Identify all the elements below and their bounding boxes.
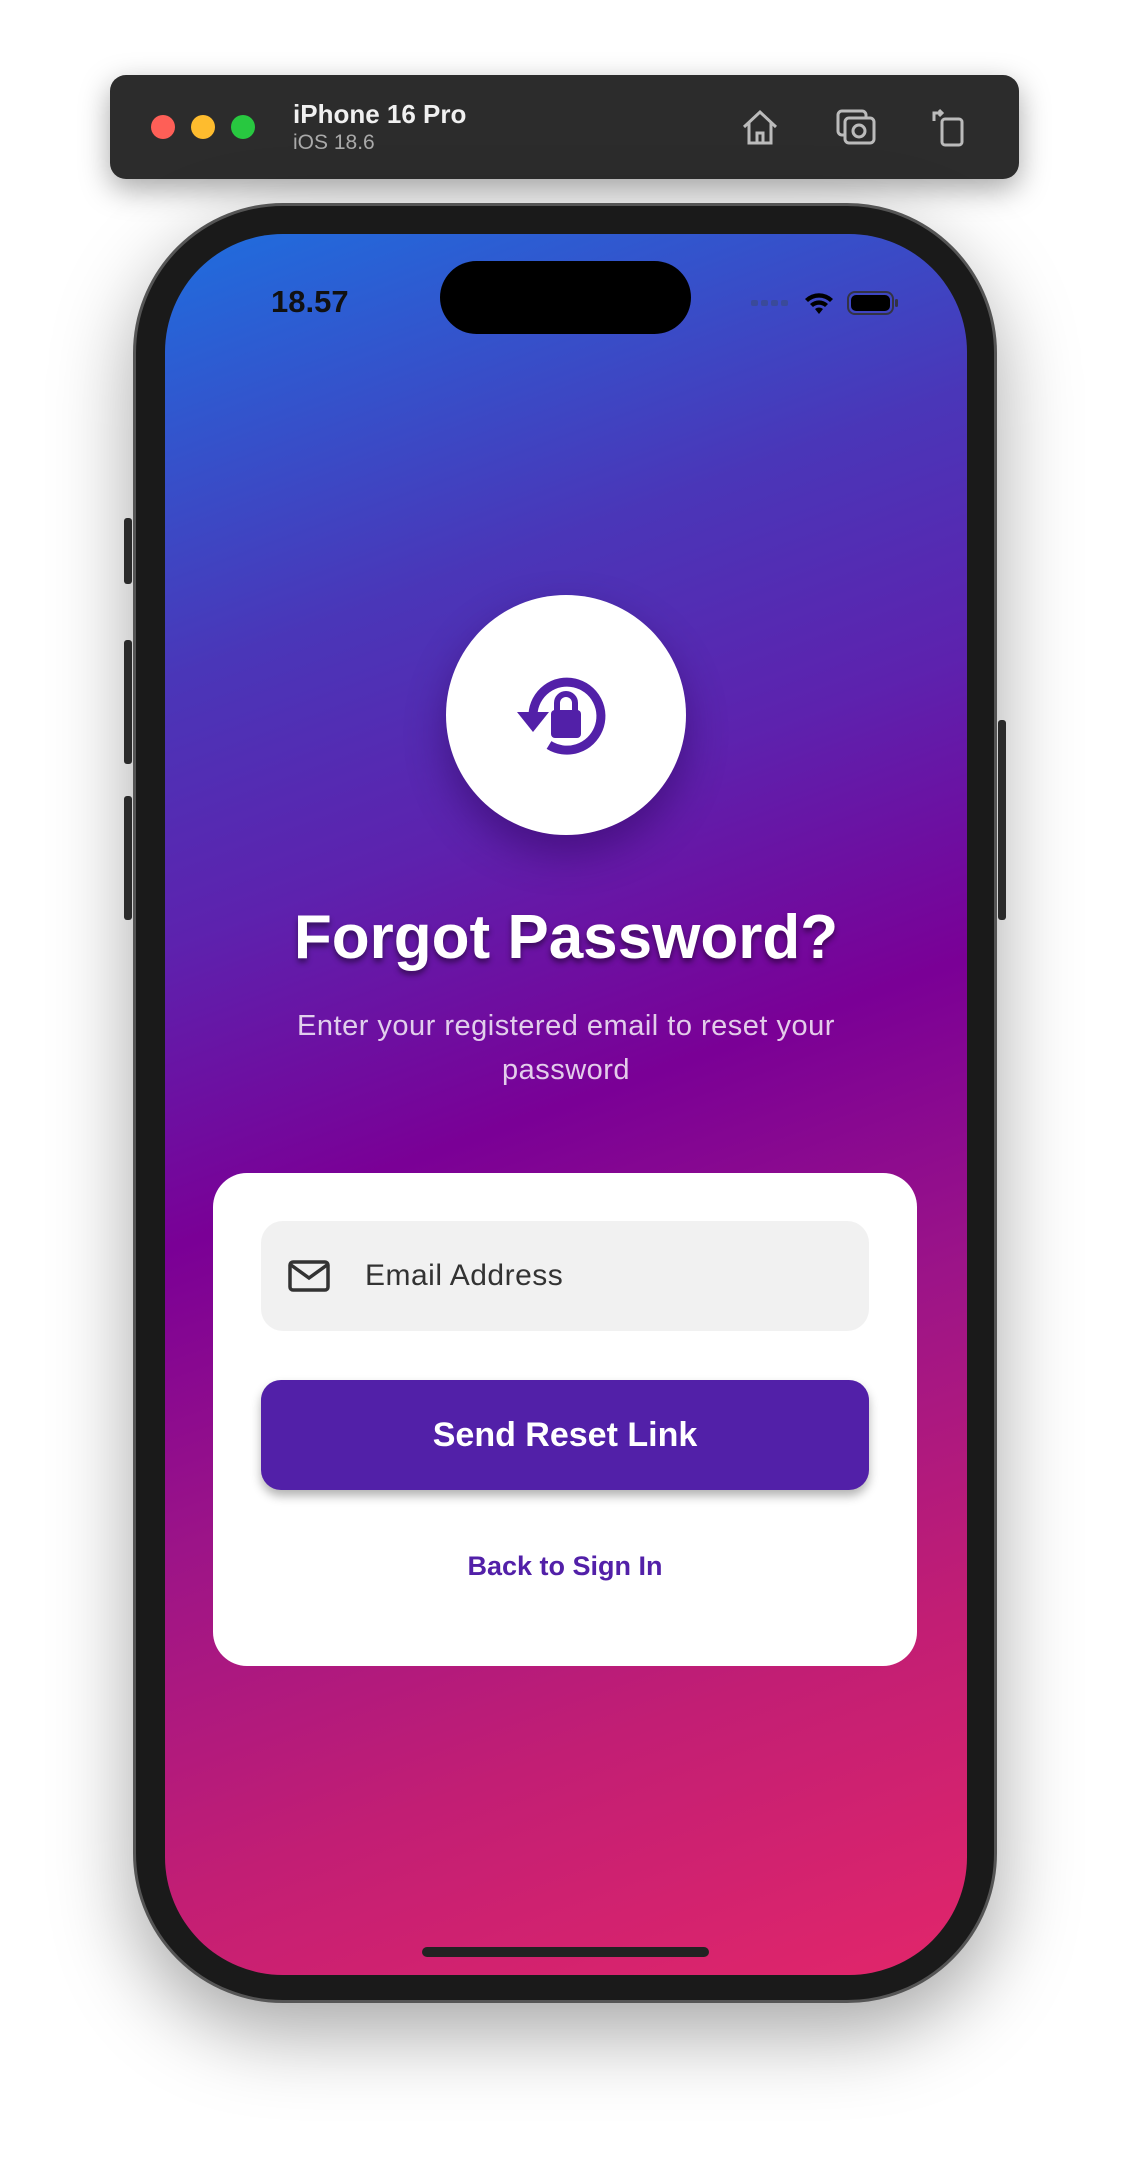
wifi-icon [805,293,833,314]
volume-up-button [124,640,132,764]
battery-icon [847,291,898,315]
home-icon[interactable] [738,105,782,149]
app-screen: 18.57 Forgot Password? Enter your regist… [165,234,967,1975]
back-to-sign-in-link[interactable]: Back to Sign In [213,1551,917,1582]
home-indicator[interactable] [422,1947,709,1957]
send-reset-link-button[interactable]: Send Reset Link [261,1380,869,1490]
volume-down-button [124,796,132,920]
reset-password-badge [446,595,686,835]
device-name: iPhone 16 Pro [293,99,467,129]
lock-reset-icon [517,677,606,755]
zoom-window-button[interactable] [231,115,255,139]
status-time: 18.57 [271,284,349,319]
page-subtitle: Enter your registered email to reset you… [297,1010,835,1086]
rotate-icon[interactable] [928,105,972,149]
os-version: iOS 18.6 [293,131,375,154]
email-field[interactable]: Email Address [261,1221,869,1331]
minimize-window-button[interactable] [191,115,215,139]
simulator-toolbar: iPhone 16 Pro iOS 18.6 [110,75,1019,179]
power-button [998,720,1006,920]
screenshot-icon[interactable] [834,105,878,149]
mail-icon [288,1260,330,1292]
reset-form-card: Email Address Send Reset Link Back to Si… [213,1173,917,1666]
email-placeholder: Email Address [365,1259,564,1292]
action-button [124,518,132,584]
close-window-button[interactable] [151,115,175,139]
page-title: Forgot Password? [293,903,839,972]
dynamic-island [440,261,691,334]
cellular-signal-icon [751,300,788,306]
